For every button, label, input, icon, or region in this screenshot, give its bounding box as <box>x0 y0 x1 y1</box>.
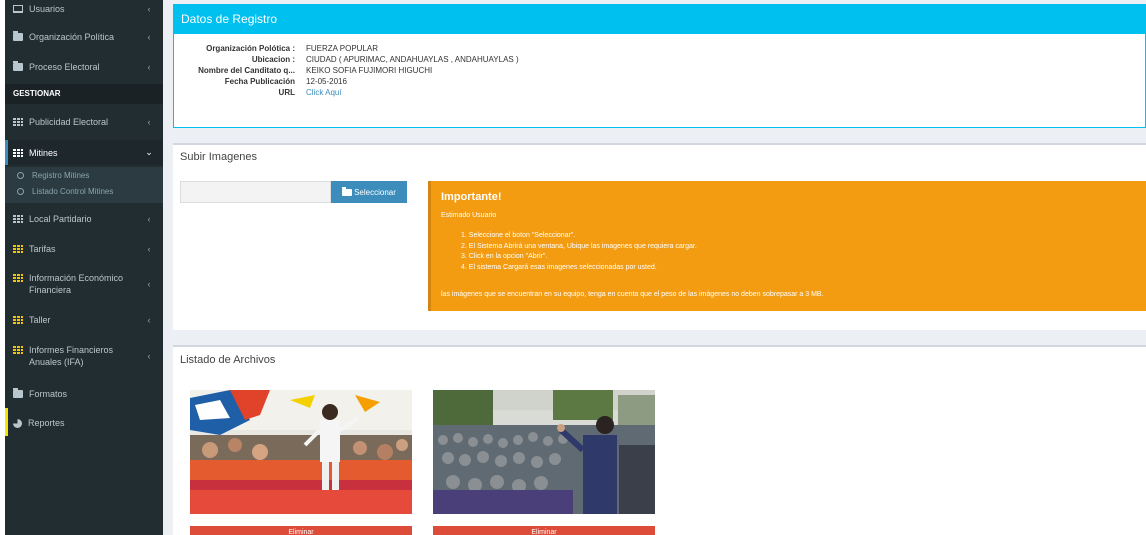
sidebar-item-usuarios[interactable]: Usuarios ‹ <box>5 2 163 16</box>
sidebar-item-formatos[interactable]: Formatos <box>5 386 163 402</box>
chevron-left-icon: ‹ <box>147 4 151 14</box>
alert-steps: 1. Seleccione el boton "Seleccionar". 2.… <box>461 231 697 273</box>
circle-icon <box>17 171 24 179</box>
alert-step: 3. Click en la opcion "Abrir". <box>461 253 548 260</box>
registro-field-ubicacion: Ubicacion : <box>174 55 295 65</box>
chevron-down-icon: ⌄ <box>145 147 153 157</box>
field-value: CIUDAD ( APURIMAC, ANDAHUAYLAS , ANDAHUA… <box>306 55 519 64</box>
sidebar-subitem-label: Registro Mitines <box>32 170 90 180</box>
registro-panel: Datos de Registro Organización Polótica … <box>173 4 1146 128</box>
folder-icon <box>13 31 23 41</box>
sidebar-item-label: Proceso Electoral <box>29 62 100 72</box>
sidebar-item-taller[interactable]: Taller ‹ <box>5 312 163 328</box>
url-link[interactable]: Click Aquí <box>306 88 342 98</box>
alert-step: 2. El Sistema Abrirá una ventana, Ubique… <box>461 242 697 250</box>
chevron-left-icon: ‹ <box>147 279 151 289</box>
sidebar-item-label: Tarifas <box>29 244 56 254</box>
sidebar-subitem-label: Listado Control Mitines <box>32 186 114 196</box>
sidebar-item-publicidad-electoral[interactable]: Publicidad Electoral ‹ <box>5 114 163 130</box>
sidebar-item-tarifas[interactable]: Tarifas ‹ <box>5 241 163 257</box>
grid-icon <box>13 215 23 223</box>
sidebar-item-label: Mitines <box>29 147 58 158</box>
grid-icon <box>13 274 23 282</box>
grid-icon <box>13 346 23 354</box>
file-path-input[interactable] <box>180 181 331 203</box>
sidebar-item-informes-financieros-anuales[interactable]: Informes Financieros Anuales (IFA) ‹ <box>5 344 163 372</box>
delete-button-2[interactable]: Eliminar <box>433 526 655 535</box>
circle-icon <box>17 187 24 195</box>
sidebar-item-mitines[interactable]: Mitines ⌄ <box>5 140 163 165</box>
sidebar-item-proceso-electoral[interactable]: Proceso Electoral ‹ <box>5 59 163 75</box>
grid-icon <box>13 118 23 126</box>
field-key: Fecha Publicación <box>224 77 295 86</box>
alert-note: las imágenes que se encuentran en su equ… <box>441 291 824 298</box>
select-file-button[interactable]: Seleccionar <box>331 181 407 203</box>
sidebar-item-label: Taller <box>29 315 51 325</box>
sidebar-item-local-partidario[interactable]: Local Partidario ‹ <box>5 211 163 227</box>
sidebar-submenu-mitines: Registro Mitines Listado Control Mitines <box>5 167 163 203</box>
chevron-left-icon: ‹ <box>147 117 151 127</box>
grid-icon <box>13 148 23 157</box>
sidebar: Usuarios ‹ Organización Política ‹ Proce… <box>5 0 163 535</box>
sidebar-item-organizacion-politica[interactable]: Organización Política ‹ <box>5 29 163 45</box>
chevron-left-icon: ‹ <box>147 351 151 361</box>
sidebar-item-informacion-economico-financiera[interactable]: Información Económico Financiera ‹ <box>5 272 163 300</box>
field-key: Organización Polótica : <box>206 44 295 53</box>
alert-title: Importante! <box>441 191 502 203</box>
alert-step: 1. Seleccione el boton "Seleccionar". <box>461 232 576 239</box>
field-key: URL <box>278 88 295 97</box>
chevron-left-icon: ‹ <box>147 62 151 72</box>
folder-icon <box>13 388 23 398</box>
folder-open-icon <box>342 186 353 196</box>
sidebar-item-label: Formatos <box>29 389 68 399</box>
sidebar-item-label: Usuarios <box>29 4 65 14</box>
sidebar-item-label: Reportes <box>28 418 65 428</box>
sidebar-item-label: Información Económico Financiera <box>29 273 124 295</box>
rally-photo-2 <box>433 390 655 514</box>
field-value: KEIKO SOFIA FUJIMORI HIGUCHI <box>306 66 433 75</box>
grid-icon <box>13 316 23 324</box>
important-alert: Importante! Estimado Usuario 1. Seleccio… <box>428 181 1146 311</box>
field-key: Nombre del Canditato q... <box>198 66 295 75</box>
file-thumbnail-1[interactable] <box>190 390 412 514</box>
laptop-icon <box>13 5 23 13</box>
files-panel: Listado de Archivos Eliminar Eliminar <box>173 345 1146 535</box>
sidebar-subitem-listado-control-mitines[interactable]: Listado Control Mitines <box>5 183 163 199</box>
sidebar-item-label: Organización Política <box>29 32 115 42</box>
alert-intro: Estimado Usuario <box>441 212 497 219</box>
sidebar-item-reportes[interactable]: Reportes <box>5 415 163 431</box>
field-value: FUERZA POPULAR <box>306 44 379 53</box>
chevron-left-icon: ‹ <box>147 315 151 325</box>
upload-title: Subir Imagenes <box>180 151 258 163</box>
registro-field-organizacion: Organización Polótica : <box>174 44 295 54</box>
files-title: Listado de Archivos <box>180 354 276 366</box>
sidebar-item-label: Informes Financieros Anuales (IFA) <box>29 345 114 367</box>
select-file-label: Seleccionar <box>354 187 396 197</box>
alert-step: 4. El sistema Cargará esas imagenes sele… <box>461 263 657 271</box>
rally-photo-1 <box>190 390 412 514</box>
sidebar-item-label: Publicidad Electoral <box>29 117 109 127</box>
registro-field-url: URL <box>174 88 295 98</box>
folder-icon <box>13 61 23 71</box>
chevron-left-icon: ‹ <box>147 32 151 42</box>
pie-chart-icon <box>13 418 22 428</box>
sidebar-subitem-registro-mitines[interactable]: Registro Mitines <box>5 167 163 183</box>
chevron-left-icon: ‹ <box>147 214 151 224</box>
chevron-left-icon: ‹ <box>147 244 151 254</box>
file-thumbnail-2[interactable] <box>433 390 655 514</box>
sidebar-item-label: Local Partidario <box>29 214 92 224</box>
field-key: Ubicacion : <box>251 55 295 64</box>
upload-panel: Subir Imagenes Seleccionar Importante! E… <box>173 143 1146 330</box>
field-value: 12-05-2016 <box>306 77 347 86</box>
registro-field-candidato: Nombre del Canditato q... <box>174 66 295 76</box>
registro-title: Datos de Registro <box>174 5 1145 34</box>
grid-icon <box>13 245 23 253</box>
sidebar-header-gestionar: GESTIONAR <box>5 84 163 104</box>
delete-button-1[interactable]: Eliminar <box>190 526 412 535</box>
main-content: Datos de Registro Organización Polótica … <box>163 0 1146 535</box>
registro-field-fecha: Fecha Publicación <box>174 77 295 87</box>
